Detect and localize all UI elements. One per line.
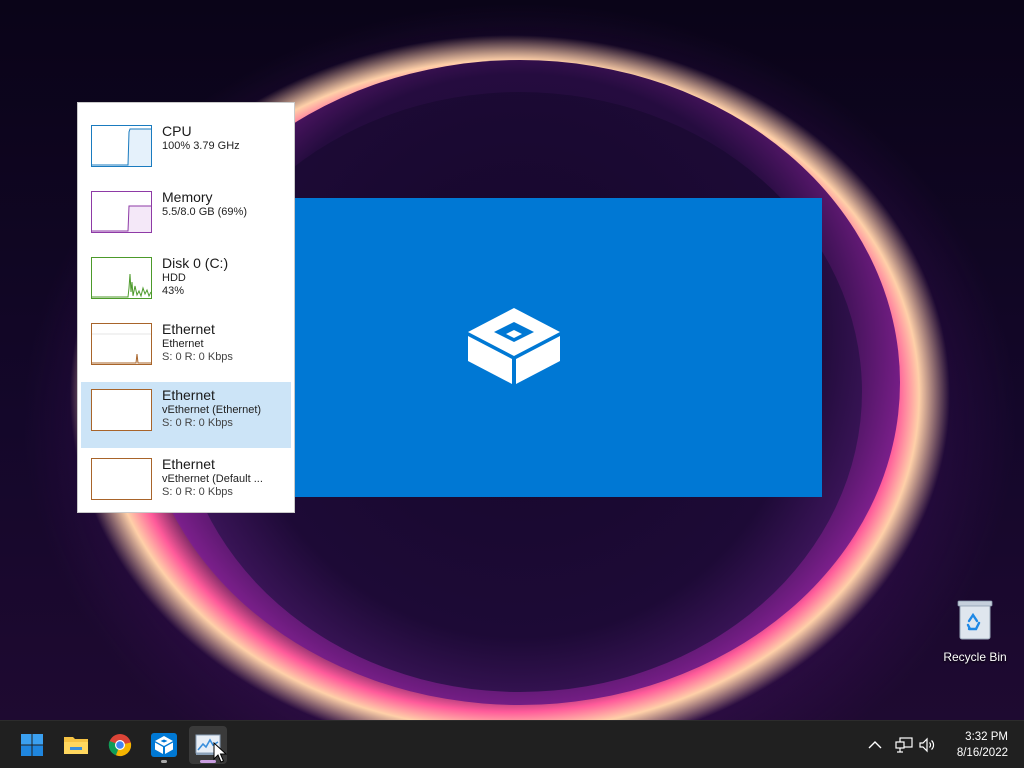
start-button[interactable] (13, 726, 51, 764)
taskbar: 3:32 PM 8/16/2022 (0, 720, 1024, 768)
file-explorer-icon (64, 737, 88, 754)
perf-item-title: Ethernet (162, 321, 215, 337)
volume-button[interactable] (916, 721, 940, 768)
perf-item-detail-2: S: 0 R: 0 Kbps (162, 485, 233, 498)
perf-item-title: Ethernet (162, 456, 215, 472)
perf-item-detail: Ethernet (162, 337, 204, 350)
file-explorer-button[interactable] (57, 726, 95, 764)
perf-item-title: Ethernet (162, 387, 215, 403)
taskbar-clock[interactable]: 3:32 PM 8/16/2022 (957, 729, 1008, 761)
network-button[interactable] (892, 721, 916, 768)
perf-item-disk[interactable]: Disk 0 (C:) HDD 43% (81, 253, 291, 313)
memory-graph (91, 191, 152, 233)
perf-item-ethernet-3[interactable]: Ethernet vEthernet (Default ... S: 0 R: … (81, 454, 291, 514)
perf-item-cpu[interactable]: CPU 100% 3.79 GHz (81, 121, 291, 181)
perf-item-detail: HDD (162, 271, 186, 284)
windows-sandbox-window[interactable] (295, 198, 822, 497)
perf-item-detail-2: S: 0 R: 0 Kbps (162, 416, 233, 429)
perf-item-ethernet-2[interactable]: Ethernet vEthernet (Ethernet) S: 0 R: 0 … (81, 382, 291, 448)
perf-item-detail: 5.5/8.0 GB (69%) (162, 205, 247, 218)
recycle-bin-icon (957, 600, 993, 640)
show-hidden-icons-button[interactable] (864, 721, 886, 768)
mouse-cursor-icon (213, 742, 227, 763)
perf-item-ethernet-1[interactable]: Ethernet Ethernet S: 0 R: 0 Kbps (81, 319, 291, 379)
chrome-button[interactable] (101, 726, 139, 764)
perf-item-detail: vEthernet (Ethernet) (162, 403, 262, 416)
recycle-bin-label: Recycle Bin (943, 650, 1007, 664)
running-indicator (161, 760, 167, 763)
chrome-icon (108, 734, 132, 757)
perf-item-memory[interactable]: Memory 5.5/8.0 GB (69%) (81, 187, 291, 247)
sandbox-logo-icon (467, 307, 560, 384)
sandbox-icon (151, 733, 177, 757)
chevron-up-icon (868, 741, 882, 749)
perf-item-title: Memory (162, 189, 213, 205)
perf-item-detail: vEthernet (Default ... (162, 472, 263, 485)
recycle-bin-shortcut[interactable]: Recycle Bin (940, 595, 1010, 664)
perf-item-detail-2: 43% (162, 284, 185, 297)
ethernet-graph (91, 458, 152, 500)
ethernet-graph (91, 389, 152, 431)
ethernet-graph (91, 323, 152, 365)
task-manager-performance-panel: CPU 100% 3.79 GHz Memory 5.5/8.0 GB (69%… (77, 102, 295, 513)
cpu-graph (91, 125, 152, 167)
windows-sandbox-button[interactable] (145, 726, 183, 764)
clock-date: 8/16/2022 (956, 747, 1008, 759)
network-icon (895, 737, 913, 753)
start-icon (21, 734, 43, 756)
perf-item-detail: 100% 3.79 GHz (162, 139, 240, 152)
perf-item-title: CPU (162, 123, 192, 139)
disk-graph (91, 257, 152, 299)
perf-item-detail-2: S: 0 R: 0 Kbps (162, 350, 233, 363)
perf-item-title: Disk 0 (C:) (162, 255, 229, 271)
volume-icon (919, 737, 935, 753)
clock-time: 3:32 PM (965, 731, 1008, 743)
